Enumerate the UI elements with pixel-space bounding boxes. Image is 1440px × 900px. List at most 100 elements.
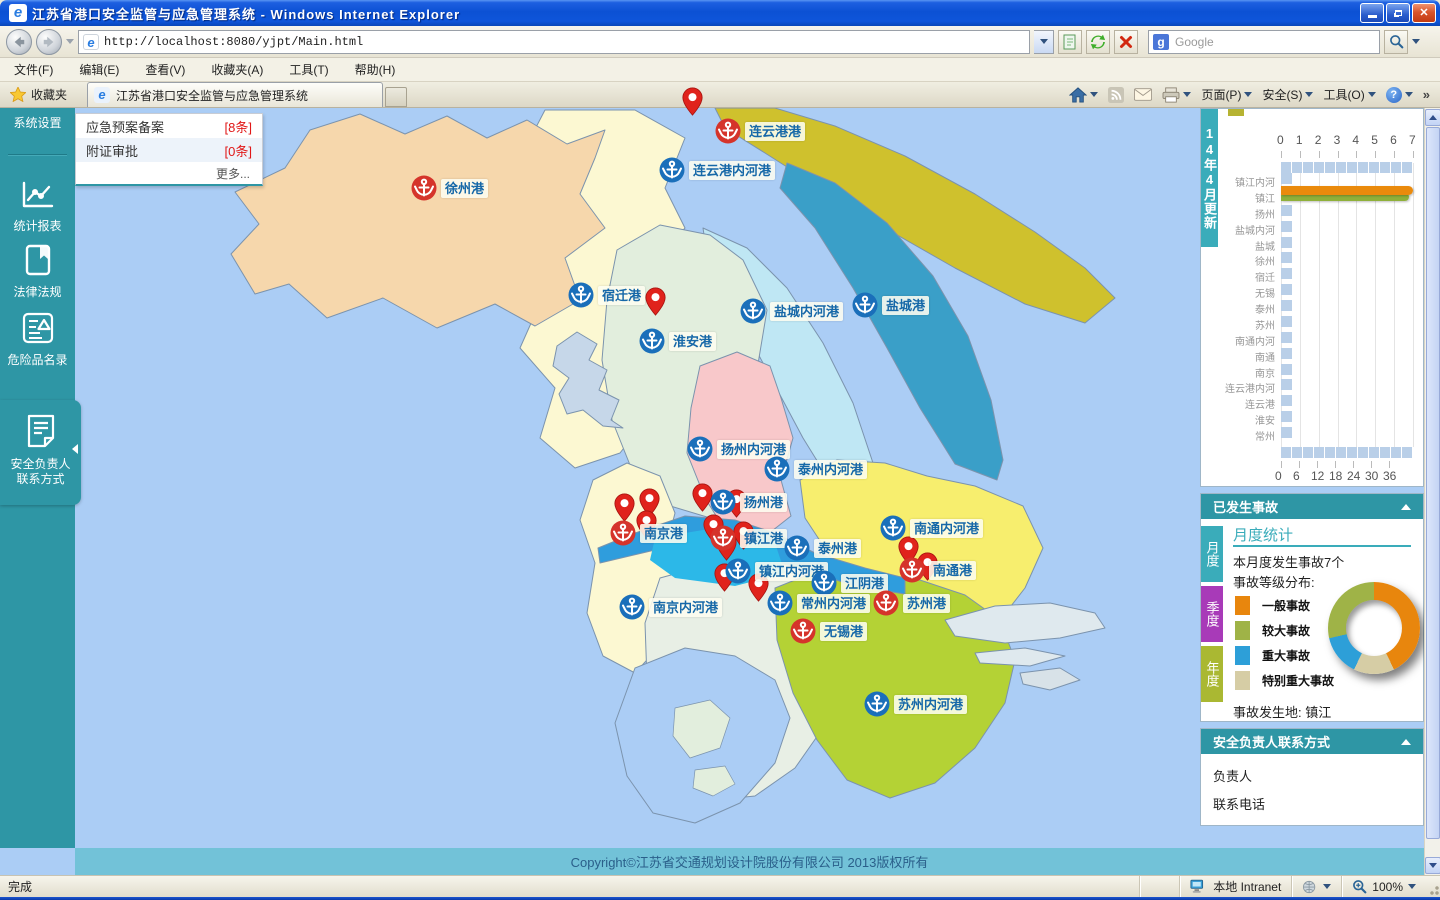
page-content: 徐州港连云港港连云港内河港宿迁港淮安港盐城内河港盐城港扬州内河港泰州内河港扬州港…	[0, 108, 1440, 875]
accidents-level-text: 事故等级分布:	[1233, 572, 1315, 591]
stop-button[interactable]	[1114, 30, 1138, 54]
anchor-icon	[715, 118, 741, 144]
port-marker[interactable]: 镇江港	[710, 525, 787, 551]
menu-item-3[interactable]: 收藏夹(A)	[211, 61, 263, 78]
chart-category-label: 无锡	[1201, 285, 1275, 300]
vertical-scrollbar[interactable]	[1424, 108, 1440, 875]
scroll-down-button[interactable]	[1425, 857, 1440, 874]
anchor-icon	[619, 594, 645, 620]
sidebar-item-system-settings[interactable]: 系统设置	[0, 112, 75, 131]
search-input[interactable]: g Google	[1148, 30, 1380, 54]
read-mail-button[interactable]	[1134, 88, 1152, 101]
anchor-icon	[710, 525, 736, 551]
zoom-control[interactable]: 100%	[1341, 876, 1426, 898]
port-marker[interactable]: 南京港	[610, 520, 687, 546]
compatibility-view-button[interactable]	[1058, 30, 1082, 54]
accident-tab-2[interactable]: 年度	[1201, 646, 1223, 702]
port-marker-label: 苏州港	[903, 594, 950, 613]
top-axis-tick: 5	[1371, 133, 1378, 147]
port-marker[interactable]: 连云港内河港	[659, 157, 775, 183]
collapse-icon[interactable]	[1401, 504, 1411, 510]
port-marker[interactable]: 扬州港	[710, 489, 787, 515]
restore-button[interactable]	[1386, 3, 1410, 23]
close-button[interactable]: ✕	[1412, 3, 1436, 23]
favorites-button[interactable]: 收藏夹	[0, 83, 77, 107]
accident-donut-chart	[1328, 582, 1420, 674]
anchor-icon	[790, 618, 816, 644]
search-options-dropdown[interactable]	[1412, 39, 1420, 44]
port-marker[interactable]: 苏州内河港	[864, 691, 967, 717]
chart-category-label: 镇江	[1201, 190, 1275, 205]
history-dropdown[interactable]	[66, 39, 74, 44]
tools-menu[interactable]: 工具(O)	[1323, 86, 1375, 103]
address-dropdown-button[interactable]	[1034, 30, 1054, 54]
menu-item-1[interactable]: 编辑(E)	[79, 61, 119, 78]
anchor-icon	[764, 456, 790, 482]
menu-item-2[interactable]: 查看(V)	[145, 61, 185, 78]
port-marker-label: 连云港港	[745, 122, 805, 141]
menu-item-5[interactable]: 帮助(H)	[355, 61, 396, 78]
port-marker[interactable]: 南京内河港	[619, 594, 722, 620]
gridline	[1319, 163, 1320, 447]
print-button[interactable]	[1162, 87, 1191, 103]
port-marker[interactable]: 泰州内河港	[764, 456, 867, 482]
quick-panel-row-1[interactable]: 附证审批[0条]	[76, 138, 262, 162]
port-marker[interactable]: 苏州港	[873, 590, 950, 616]
refresh-button[interactable]	[1086, 30, 1110, 54]
sidebar-item-laws[interactable]: 法律法规	[0, 244, 75, 300]
map-pin[interactable]	[682, 87, 703, 121]
collapse-icon[interactable]	[1401, 739, 1411, 745]
accident-tab-0[interactable]: 月度	[1201, 526, 1223, 582]
port-marker[interactable]: 盐城内河港	[740, 298, 843, 324]
search-go-button[interactable]	[1384, 30, 1408, 54]
page-menu[interactable]: 页面(P)	[1201, 86, 1252, 103]
chart-category-label: 南京	[1201, 365, 1275, 380]
sidebar-item-safety-contacts[interactable]: 安全负责人联系方式	[0, 400, 81, 505]
port-marker[interactable]: 徐州港	[411, 175, 488, 201]
port-marker[interactable]: 南通港	[899, 557, 976, 583]
port-marker[interactable]: 无锡港	[790, 618, 867, 644]
menu-item-0[interactable]: 文件(F)	[14, 61, 53, 78]
sidebar-item-statistics[interactable]: 统计报表	[0, 180, 75, 234]
help-menu[interactable]: ?	[1386, 87, 1413, 103]
port-marker[interactable]: 盐城港	[852, 292, 929, 318]
new-tab-button[interactable]	[385, 87, 407, 107]
toolbar-overflow[interactable]: »	[1423, 87, 1430, 102]
anchor-icon	[725, 558, 751, 584]
address-field[interactable]: e http://localhost:8080/yjpt/Main.html	[78, 30, 1030, 54]
legend-item-0: 一般事故	[1235, 596, 1310, 615]
port-marker[interactable]: 连云港港	[715, 118, 805, 144]
bottom-axis-tick: 30	[1365, 469, 1378, 483]
legend-label: 特别重大事故	[1262, 672, 1334, 689]
home-button[interactable]	[1069, 87, 1098, 103]
contact-panel-header[interactable]: 安全负责人联系方式	[1201, 729, 1423, 754]
feed-button[interactable]	[1108, 87, 1124, 103]
safety-menu[interactable]: 安全(S)	[1262, 86, 1313, 103]
minimize-button[interactable]	[1360, 3, 1384, 23]
port-marker[interactable]: 淮安港	[639, 328, 716, 354]
ie-icon: e	[9, 4, 27, 22]
scroll-up-button[interactable]	[1425, 109, 1440, 126]
anchor-icon	[568, 282, 594, 308]
port-marker[interactable]: 宿迁港	[568, 282, 645, 308]
bar-chart: 01234567镇江内河镇江扬州盐城内河盐城徐州宿迁无锡泰州苏州南通内河南通南京…	[1201, 109, 1423, 486]
tab-active[interactable]: e 江苏省港口安全监管与应急管理系统	[87, 82, 383, 107]
accident-tab-1[interactable]: 季度	[1201, 586, 1223, 642]
sidebar-item-dangerous-goods[interactable]: 危险品名录	[0, 312, 75, 368]
protected-mode-button[interactable]	[1291, 876, 1341, 898]
forward-button[interactable]	[36, 29, 62, 55]
port-marker[interactable]: 南通内河港	[880, 515, 983, 541]
resize-grip[interactable]	[1426, 876, 1440, 898]
map-pin[interactable]	[645, 287, 666, 321]
search-placeholder: Google	[1175, 35, 1214, 49]
back-button[interactable]	[6, 29, 32, 55]
quick-panel-more[interactable]: 更多...	[76, 162, 262, 184]
quick-panel-row-0[interactable]: 应急预案备案[8条]	[76, 114, 262, 138]
anchor-icon	[899, 557, 925, 583]
donut-hole	[1346, 600, 1402, 656]
accidents-panel-header[interactable]: 已发生事故	[1201, 494, 1423, 519]
legend-item-2: 重大事故	[1235, 646, 1310, 665]
menu-item-4[interactable]: 工具(T)	[289, 61, 328, 78]
port-marker[interactable]: 常州内河港	[767, 590, 870, 616]
scrollbar-thumb[interactable]	[1426, 127, 1440, 839]
